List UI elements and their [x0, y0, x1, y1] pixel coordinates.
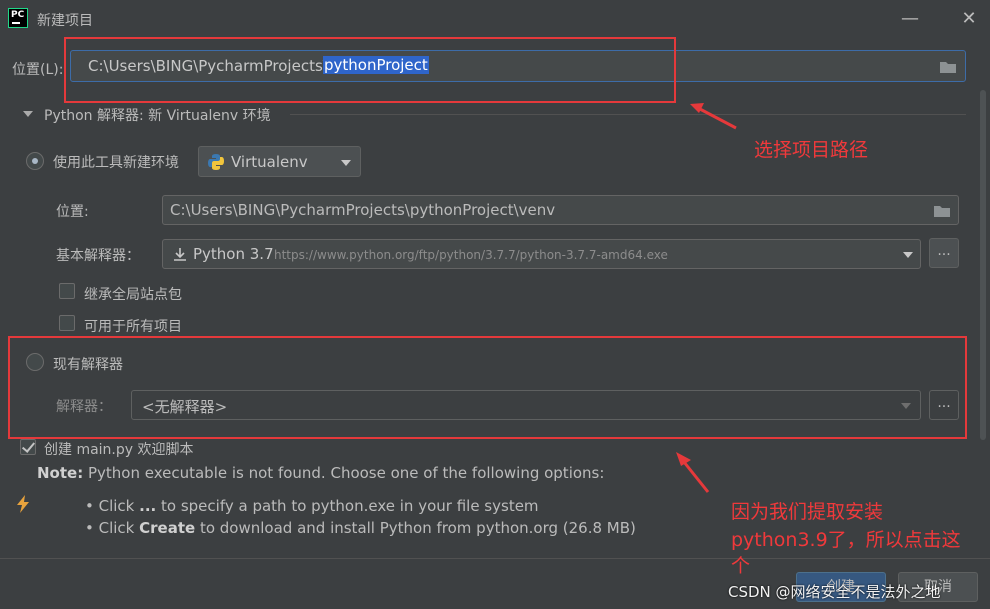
base-interpreter-label: 基本解释器：	[56, 248, 140, 264]
note-option-browse: • Click ... to specify a path to python.…	[85, 497, 539, 515]
annotation-reason-line1: 因为我们提取安装	[731, 501, 884, 523]
base-interpreter-browse-button[interactable]: ...	[929, 238, 959, 268]
close-button[interactable]: ✕	[955, 6, 983, 32]
new-env-radio[interactable]	[26, 152, 44, 170]
inherit-packages-label: 继承全局站点包	[84, 287, 182, 303]
note-option-create: • Click Create to download and install P…	[85, 519, 636, 537]
base-interpreter-url: https://www.python.org/ftp/python/3.7.7/…	[274, 248, 668, 262]
interpreter-section-label[interactable]: Python 解释器: 新 Virtualenv 环境	[44, 105, 271, 125]
location-label: 位置(L):	[12, 62, 64, 78]
base-interpreter-select[interactable]: Python 3.7 https://www.python.org/ftp/py…	[162, 239, 921, 269]
annotation-reason-line3: 个	[731, 555, 751, 577]
venv-location-value: C:\Users\BING\PycharmProjects\pythonProj…	[170, 201, 556, 219]
venv-location-input[interactable]: C:\Users\BING\PycharmProjects\pythonProj…	[162, 195, 959, 225]
all-projects-checkbox[interactable]	[59, 315, 75, 331]
new-env-label: 使用此工具新建环境	[53, 155, 179, 171]
title-bar	[0, 0, 990, 38]
footer-divider	[0, 558, 990, 559]
annotation-arrow-icon	[690, 103, 737, 130]
create-main-checkbox[interactable]	[20, 439, 36, 455]
scrollbar[interactable]	[980, 90, 986, 440]
python-logo-icon	[208, 154, 224, 170]
env-tool-select[interactable]: Virtualenv	[198, 146, 361, 177]
annotation-select-path: 选择项目路径	[754, 139, 869, 161]
annotation-box-existing	[8, 336, 967, 439]
all-projects-label: 可用于所有项目	[84, 319, 182, 335]
note-text: Note: Python executable is not found. Ch…	[37, 464, 605, 482]
download-icon	[174, 248, 186, 261]
folder-icon[interactable]	[933, 204, 951, 218]
watermark: CSDN @网络安全不是法外之地	[728, 583, 941, 601]
pycharm-logo-icon: PC	[8, 8, 28, 28]
collapse-triangle-icon[interactable]	[22, 109, 34, 119]
inherit-packages-checkbox[interactable]	[59, 283, 75, 299]
minimize-button[interactable]: —	[896, 6, 924, 32]
venv-location-label: 位置:	[56, 204, 89, 220]
create-main-label: 创建 main.py 欢迎脚本	[44, 442, 194, 458]
window-title: 新建项目	[37, 13, 93, 29]
annotation-box-location	[64, 37, 676, 103]
annotation-arrow-icon	[676, 452, 710, 493]
folder-icon[interactable]	[939, 60, 957, 74]
base-interpreter-name: Python 3.7	[193, 245, 274, 263]
chevron-down-icon	[903, 252, 913, 258]
section-divider	[290, 114, 966, 115]
chevron-down-icon	[341, 160, 351, 166]
lightning-icon	[17, 495, 29, 513]
annotation-reason-line2: python3.9了，所以点击这	[731, 529, 961, 551]
env-tool-value: Virtualenv	[231, 153, 308, 171]
